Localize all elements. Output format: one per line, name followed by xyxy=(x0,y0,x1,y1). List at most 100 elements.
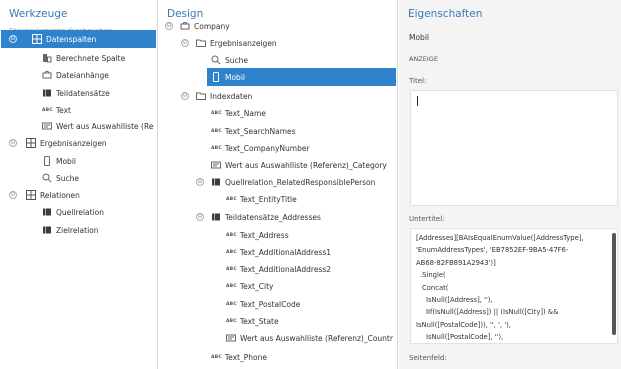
design-node-text-searchnames[interactable]: ABC Text_SearchNames xyxy=(211,122,296,140)
design-node-text-phone[interactable]: ABC Text_Phone xyxy=(211,348,267,366)
tree-item-label: Company xyxy=(194,21,230,31)
code-line: Concat( xyxy=(422,283,449,292)
tree-item-label: Teildatensätze xyxy=(56,88,110,98)
design-node-text-state[interactable]: ABC Text_State xyxy=(226,312,279,330)
tool-relationen[interactable]: ⊖ Relationen xyxy=(9,186,80,204)
search-icon xyxy=(42,173,52,183)
collapse-toggle-icon[interactable]: ⊖ xyxy=(9,35,17,43)
collapse-toggle-icon[interactable]: ⊖ xyxy=(165,22,173,30)
design-node-ergebnisanzeigen[interactable]: ⊖ Ergebnisanzeigen xyxy=(181,34,277,52)
tool-suche[interactable]: Suche xyxy=(42,169,79,187)
tree-item-label: Text xyxy=(55,105,71,115)
tree-item-label: Quellrelation xyxy=(56,207,105,217)
code-line: IsNull([PostalCode], ''), xyxy=(426,333,504,342)
collapse-toggle-icon[interactable]: ⊖ xyxy=(181,92,189,100)
tree-item-label: Text_PostalCode xyxy=(239,299,301,309)
table-icon xyxy=(42,88,52,98)
text-type-icon: ABC xyxy=(226,283,237,289)
tool-wert-aus-auswahlliste[interactable]: Wert aus Auswahlliste (Re xyxy=(42,117,153,135)
design-node-indexdaten[interactable]: ⊖ Indexdaten xyxy=(181,87,253,105)
tree-item-label: Suche xyxy=(56,173,80,183)
collapse-toggle-icon[interactable]: ⊖ xyxy=(196,213,204,221)
tool-ergebnisanzeigen[interactable]: ⊖ Ergebnisanzeigen xyxy=(9,134,107,152)
grid-icon xyxy=(26,138,36,148)
collapse-toggle-icon[interactable]: ⊖ xyxy=(9,139,17,147)
untertitel-input[interactable]: [Addresses][BAIsEqualEnumValue([AddressT… xyxy=(410,228,618,344)
table-icon xyxy=(42,225,52,235)
properties-element-name: Mobil xyxy=(409,33,429,42)
design-node-text-companynumber[interactable]: ABC Text_CompanyNumber xyxy=(211,139,310,157)
tools-panel: Werkzeuge Steuerelemente durchsuchen ⊖Da… xyxy=(0,0,158,369)
code-line: .Single( xyxy=(420,271,446,280)
folder-icon xyxy=(196,91,206,101)
tree-item-label: Text_Address xyxy=(239,230,289,240)
tree-item-label: Ergebnisanzeigen xyxy=(210,38,277,48)
folder-icon xyxy=(196,38,206,48)
tree-item-label: Text_State xyxy=(239,316,279,326)
code-line: 'EnumAddressTypes', 'EB7852EF-9BA5-47F6- xyxy=(416,246,569,255)
tool-dateianhaenge[interactable]: Dateianhänge xyxy=(42,66,109,84)
code-line: IIf(IsNull([Address]) || (IsNull([City])… xyxy=(426,308,559,317)
list-value-icon xyxy=(226,333,236,343)
design-node-text-address[interactable]: ABC Text_Address xyxy=(226,226,289,244)
tree-item-label: Berechnete Spalte xyxy=(56,53,126,63)
design-node-quellrelation[interactable]: ⊖ Quellrelation_RelatedResponsiblePerson xyxy=(196,173,375,191)
design-node-text-name[interactable]: ABC Text_Name xyxy=(211,104,266,122)
table-icon xyxy=(211,177,221,187)
tree-item-label: Text_SearchNames xyxy=(224,126,296,136)
collapse-toggle-icon[interactable]: ⊖ xyxy=(181,39,189,47)
untertitel-scrollbar[interactable] xyxy=(612,233,616,335)
tool-mobil[interactable]: Mobil xyxy=(42,152,76,170)
text-type-icon: ABC xyxy=(211,145,222,151)
tree-item-label: Zielrelation xyxy=(56,225,99,235)
tool-datenspalten[interactable]: ⊖ Datenspalten xyxy=(1,30,156,48)
design-node-wert-country[interactable]: Wert aus Auswahlliste (Referenz)_Countr xyxy=(226,329,393,347)
design-node-text-additionaladdress2[interactable]: ABC Text_AdditionalAddress2 xyxy=(226,260,331,278)
tree-item-label: Wert aus Auswahlliste (Re xyxy=(56,121,154,131)
tree-item-label: Relationen xyxy=(40,190,80,200)
code-line: IsNull([PostalCode])), '', ', '), xyxy=(416,320,511,329)
design-node-text-postalcode[interactable]: ABC Text_PostalCode xyxy=(226,295,300,313)
tree-item-label: Text_AdditionalAddress2 xyxy=(239,264,332,274)
tree-item-label: Mobil xyxy=(56,156,76,166)
tree-item-label: Ergebnisanzeigen xyxy=(40,138,107,148)
text-type-icon: ABC xyxy=(42,107,53,113)
design-node-text-additionaladdress1[interactable]: ABC Text_AdditionalAddress1 xyxy=(226,243,331,261)
seitenfeld-label: Seitenfeld: xyxy=(409,354,447,362)
design-panel: Design ⊖ Company ⊖ Ergebnisanzeigen Suche Mob… xyxy=(158,0,398,369)
text-type-icon: ABC xyxy=(226,249,237,255)
code-line: IsNull([Address], ''), xyxy=(426,296,493,304)
text-type-icon: ABC xyxy=(226,301,237,307)
tree-item-label: Datenspalten xyxy=(46,34,97,44)
design-node-text-city[interactable]: ABC Text_City xyxy=(226,277,273,295)
table-icon xyxy=(42,207,52,217)
design-node-suche[interactable]: Suche xyxy=(211,51,248,69)
text-type-icon: ABC xyxy=(211,110,222,116)
design-node-company[interactable]: ⊖ Company xyxy=(165,17,230,35)
list-value-icon xyxy=(211,160,221,170)
mobile-icon xyxy=(42,156,52,166)
design-node-mobil[interactable]: Mobil xyxy=(207,68,396,86)
collapse-toggle-icon[interactable]: ⊖ xyxy=(9,191,17,199)
company-icon xyxy=(180,21,190,31)
design-node-wert-category[interactable]: Wert aus Auswahlliste (Referenz)_Categor… xyxy=(211,156,387,174)
text-type-icon: ABC xyxy=(226,266,237,272)
tree-item-label: Text_Phone xyxy=(224,352,267,362)
section-label-anzeige: ANZEIGE xyxy=(409,55,438,63)
search-icon xyxy=(211,55,221,65)
tool-berechnete-spalte[interactable]: Berechnete Spalte xyxy=(42,49,125,67)
tool-quellrelation[interactable]: Quellrelation xyxy=(42,203,104,221)
properties-title: Eigenschaften xyxy=(408,8,483,20)
design-node-teildatensaetze-addresses[interactable]: ⊖ Teildatensätze_Addresses xyxy=(196,208,321,226)
tree-item-label: Indexdaten xyxy=(210,91,253,101)
text-type-icon: ABC xyxy=(211,354,222,360)
attachment-icon xyxy=(42,70,52,80)
tool-teildatensaetze[interactable]: Teildatensätze xyxy=(42,84,110,102)
tree-item-label: Wert aus Auswahlliste (Referenz)_Categor… xyxy=(225,160,387,170)
tool-zielrelation[interactable]: Zielrelation xyxy=(42,221,99,239)
code-line: AB68-82FB891A2943')] xyxy=(416,258,496,267)
collapse-toggle-icon[interactable]: ⊖ xyxy=(196,178,204,186)
design-node-text-entitytitle[interactable]: ABC Text_EntityTitle xyxy=(226,190,297,208)
mobile-icon xyxy=(211,72,221,82)
titel-input[interactable] xyxy=(410,90,618,206)
